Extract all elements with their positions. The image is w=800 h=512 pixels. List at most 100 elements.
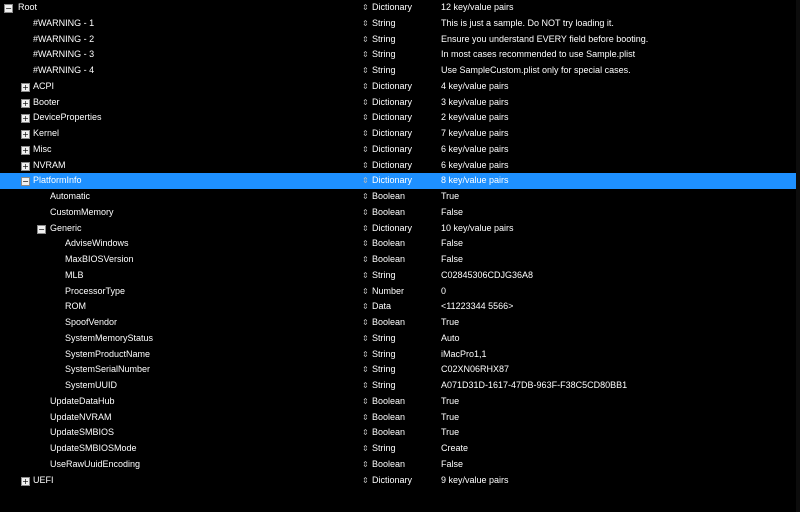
- row-key[interactable]: #WARNING - 3: [33, 47, 94, 63]
- tree-row[interactable]: SystemSerialNumber ⇕ String C02XN06RHX87: [0, 362, 800, 378]
- type-spinner-icon[interactable]: ⇕: [362, 110, 372, 126]
- row-value[interactable]: True: [441, 315, 459, 331]
- type-spinner-icon[interactable]: ⇕: [362, 173, 372, 189]
- tree-row[interactable]: #WARNING - 4 ⇕ String Use SampleCustom.plis…: [0, 63, 800, 79]
- row-type[interactable]: Data: [372, 299, 391, 315]
- tree-row[interactable]: #WARNING - 2 ⇕ String Ensure you understand…: [0, 32, 800, 48]
- row-key[interactable]: Misc: [33, 142, 52, 158]
- row-type[interactable]: String: [372, 331, 396, 347]
- row-key[interactable]: ProcessorType: [65, 284, 125, 300]
- row-value[interactable]: Auto: [441, 331, 460, 347]
- tree-row[interactable]: ProcessorType ⇕ Number 0: [0, 284, 800, 300]
- row-type[interactable]: Boolean: [372, 236, 405, 252]
- row-value[interactable]: False: [441, 205, 463, 221]
- type-spinner-icon[interactable]: ⇕: [362, 205, 372, 221]
- row-value[interactable]: True: [441, 394, 459, 410]
- row-value[interactable]: iMacPro1,1: [441, 347, 487, 363]
- tree-row[interactable]: SystemMemoryStatus ⇕ String Auto: [0, 331, 800, 347]
- row-key[interactable]: Kernel: [33, 126, 59, 142]
- type-spinner-icon[interactable]: ⇕: [362, 0, 372, 16]
- row-value[interactable]: <11223344 5566>: [441, 299, 513, 315]
- row-value[interactable]: 9 key/value pairs: [441, 473, 509, 489]
- tree-row[interactable]: Generic ⇕Dictionary 10 key/value pairs: [0, 221, 800, 237]
- row-value[interactable]: 8 key/value pairs: [441, 173, 509, 189]
- row-key[interactable]: UpdateSMBIOSMode: [50, 441, 137, 457]
- row-key[interactable]: UpdateSMBIOS: [50, 425, 114, 441]
- type-spinner-icon[interactable]: ⇕: [362, 299, 372, 315]
- type-spinner-icon[interactable]: ⇕: [362, 47, 372, 63]
- row-key[interactable]: MLB: [65, 268, 84, 284]
- tree-row[interactable]: UpdateSMBIOS ⇕ Boolean True: [0, 425, 800, 441]
- tree-row[interactable]: Automatic ⇕ Boolean True: [0, 189, 800, 205]
- row-type[interactable]: String: [372, 347, 396, 363]
- row-key[interactable]: Root: [18, 0, 37, 16]
- row-value[interactable]: Ensure you understand EVERY field before…: [441, 32, 648, 48]
- row-key[interactable]: #WARNING - 2: [33, 32, 94, 48]
- type-spinner-icon[interactable]: ⇕: [362, 425, 372, 441]
- row-value[interactable]: 6 key/value pairs: [441, 158, 509, 174]
- expand-icon[interactable]: [21, 476, 30, 486]
- row-key[interactable]: CustomMemory: [50, 205, 114, 221]
- type-spinner-icon[interactable]: ⇕: [362, 284, 372, 300]
- row-type[interactable]: Dictionary: [372, 142, 412, 158]
- row-value[interactable]: 6 key/value pairs: [441, 142, 509, 158]
- type-spinner-icon[interactable]: ⇕: [362, 16, 372, 32]
- tree-row[interactable]: SystemProductName ⇕ String iMacPro1,1: [0, 347, 800, 363]
- type-spinner-icon[interactable]: ⇕: [362, 441, 372, 457]
- tree-row[interactable]: #WARNING - 1 ⇕ String This is just a sample…: [0, 16, 800, 32]
- row-type[interactable]: Dictionary: [372, 221, 412, 237]
- type-spinner-icon[interactable]: ⇕: [362, 362, 372, 378]
- tree-row[interactable]: Root ⇕Dictionary 12 key/value pairs: [0, 0, 800, 16]
- row-type[interactable]: Dictionary: [372, 173, 412, 189]
- tree-row[interactable]: MaxBIOSVersion ⇕ Boolean False: [0, 252, 800, 268]
- row-type[interactable]: String: [372, 362, 396, 378]
- row-key[interactable]: NVRAM: [33, 158, 66, 174]
- type-spinner-icon[interactable]: ⇕: [362, 347, 372, 363]
- expand-icon[interactable]: [21, 145, 30, 155]
- type-spinner-icon[interactable]: ⇕: [362, 95, 372, 111]
- row-value[interactable]: 0: [441, 284, 446, 300]
- tree-row[interactable]: Kernel ⇕Dictionary 7 key/value pairs: [0, 126, 800, 142]
- row-value[interactable]: 10 key/value pairs: [441, 221, 514, 237]
- row-value[interactable]: 4 key/value pairs: [441, 79, 509, 95]
- row-key[interactable]: Booter: [33, 95, 60, 111]
- tree-row[interactable]: MLB ⇕ String C02845306CDJG36A8: [0, 268, 800, 284]
- row-key[interactable]: ACPI: [33, 79, 54, 95]
- tree-row[interactable]: DeviceProperties ⇕Dictionary 2 key/value p…: [0, 110, 800, 126]
- tree-row[interactable]: UEFI ⇕Dictionary 9 key/value pairs: [0, 473, 800, 489]
- tree-row[interactable]: UseRawUuidEncoding ⇕ Boolean False: [0, 457, 800, 473]
- tree-row[interactable]: AdviseWindows ⇕ Boolean False: [0, 236, 800, 252]
- row-type[interactable]: String: [372, 63, 396, 79]
- vertical-scrollbar[interactable]: [796, 0, 800, 512]
- type-spinner-icon[interactable]: ⇕: [362, 32, 372, 48]
- row-value[interactable]: In most cases recommended to use Sample.…: [441, 47, 635, 63]
- row-value[interactable]: True: [441, 425, 459, 441]
- collapse-icon[interactable]: [37, 224, 46, 234]
- tree-row[interactable]: UpdateSMBIOSMode ⇕ String Create: [0, 441, 800, 457]
- type-spinner-icon[interactable]: ⇕: [362, 410, 372, 426]
- type-spinner-icon[interactable]: ⇕: [362, 268, 372, 284]
- row-type[interactable]: String: [372, 268, 396, 284]
- type-spinner-icon[interactable]: ⇕: [362, 158, 372, 174]
- row-value[interactable]: 2 key/value pairs: [441, 110, 509, 126]
- row-value[interactable]: A071D31D-1617-47DB-963F-F38C5CD80BB1: [441, 378, 627, 394]
- row-type[interactable]: Boolean: [372, 410, 405, 426]
- tree-row[interactable]: SpoofVendor ⇕ Boolean True: [0, 315, 800, 331]
- row-type[interactable]: Dictionary: [372, 473, 412, 489]
- type-spinner-icon[interactable]: ⇕: [362, 315, 372, 331]
- row-key[interactable]: SystemSerialNumber: [65, 362, 150, 378]
- row-type[interactable]: Boolean: [372, 252, 405, 268]
- type-spinner-icon[interactable]: ⇕: [362, 378, 372, 394]
- row-type[interactable]: String: [372, 441, 396, 457]
- type-spinner-icon[interactable]: ⇕: [362, 221, 372, 237]
- row-value[interactable]: False: [441, 252, 463, 268]
- row-value[interactable]: True: [441, 410, 459, 426]
- row-key[interactable]: SystemUUID: [65, 378, 117, 394]
- expand-icon[interactable]: [21, 98, 30, 108]
- row-type[interactable]: Boolean: [372, 394, 405, 410]
- row-type[interactable]: Dictionary: [372, 0, 412, 16]
- type-spinner-icon[interactable]: ⇕: [362, 79, 372, 95]
- row-key[interactable]: SystemProductName: [65, 347, 150, 363]
- row-value[interactable]: C02XN06RHX87: [441, 362, 509, 378]
- row-type[interactable]: Dictionary: [372, 79, 412, 95]
